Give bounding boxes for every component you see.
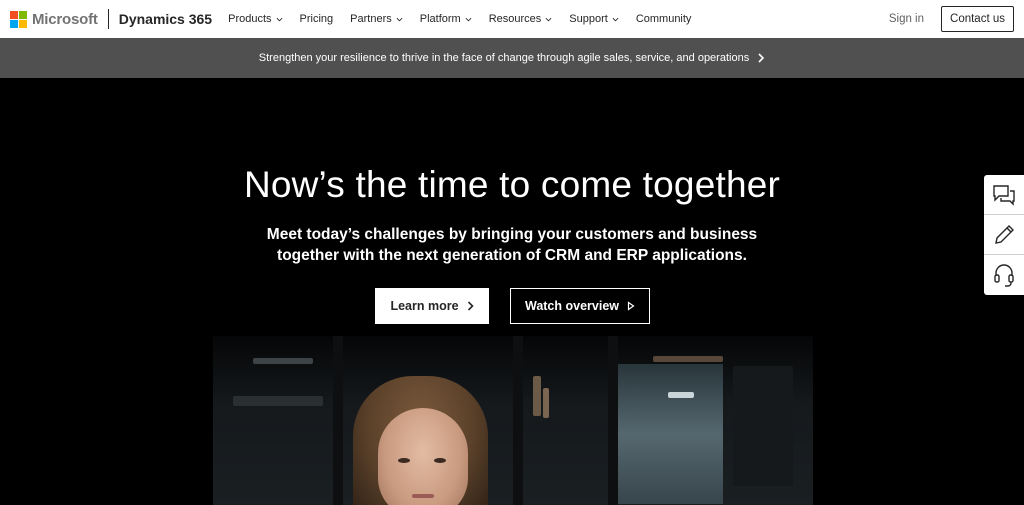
watch-overview-button[interactable]: Watch overview bbox=[510, 288, 650, 324]
nav-item-label: Platform bbox=[419, 13, 461, 25]
nav-item-label: Partners bbox=[350, 13, 392, 25]
learn-more-label: Learn more bbox=[390, 299, 459, 313]
nav-item-pricing[interactable]: Pricing bbox=[300, 13, 334, 25]
hero-subtitle: Meet today’s challenges by bringing your… bbox=[266, 226, 758, 264]
nav-item-label: Community bbox=[635, 13, 692, 25]
chevron-right-icon bbox=[467, 301, 474, 311]
play-icon bbox=[627, 301, 635, 311]
top-navigation: Microsoft Dynamics 365 Products Pricing … bbox=[0, 0, 1024, 38]
nav-item-partners[interactable]: Partners bbox=[350, 13, 403, 25]
person-face bbox=[378, 408, 468, 505]
chevron-down-icon bbox=[612, 17, 619, 21]
learn-more-button[interactable]: Learn more bbox=[375, 288, 489, 324]
nav-item-community[interactable]: Community bbox=[636, 13, 692, 25]
nav-item-products[interactable]: Products bbox=[228, 13, 282, 25]
chevron-down-icon bbox=[465, 17, 472, 21]
nav-item-label: Pricing bbox=[299, 13, 334, 25]
chevron-down-icon bbox=[276, 17, 282, 21]
chat-button[interactable] bbox=[984, 175, 1024, 215]
nav-item-label: Resources bbox=[488, 13, 542, 25]
sign-in-link[interactable]: Sign in bbox=[889, 13, 924, 25]
banner-text: Strengthen your resilience to thrive in … bbox=[258, 52, 750, 64]
nav-item-resources[interactable]: Resources bbox=[489, 13, 553, 25]
nav-right-actions: Sign in Contact us bbox=[889, 6, 1024, 32]
nav-item-label: Products bbox=[228, 13, 272, 25]
hero-photo bbox=[213, 336, 813, 505]
nav-item-support[interactable]: Support bbox=[569, 13, 619, 25]
microsoft-logo[interactable]: Microsoft bbox=[10, 10, 98, 28]
feedback-button[interactable] bbox=[984, 215, 1024, 255]
announcement-banner[interactable]: Strengthen your resilience to thrive in … bbox=[0, 38, 1024, 78]
chevron-down-icon bbox=[545, 17, 552, 21]
pencil-icon bbox=[995, 224, 1014, 244]
hero-title: Now’s the time to come together bbox=[243, 164, 781, 205]
chevron-down-icon bbox=[396, 17, 403, 21]
chat-icon bbox=[993, 184, 1015, 206]
hero-section: Now’s the time to come together Meet tod… bbox=[0, 78, 1024, 505]
chevron-right-icon bbox=[758, 53, 765, 63]
microsoft-wordmark: Microsoft bbox=[32, 10, 98, 28]
product-name-link[interactable]: Dynamics 365 bbox=[119, 11, 212, 27]
support-button[interactable] bbox=[984, 255, 1024, 295]
nav-item-platform[interactable]: Platform bbox=[420, 13, 472, 25]
logo-divider bbox=[107, 9, 109, 29]
contact-us-button[interactable]: Contact us bbox=[941, 6, 1014, 32]
watch-overview-label: Watch overview bbox=[524, 299, 619, 313]
microsoft-logo-icon bbox=[10, 10, 27, 28]
nav-item-label: Support bbox=[569, 13, 608, 25]
side-toolbar bbox=[984, 175, 1024, 295]
headset-icon bbox=[994, 264, 1014, 287]
